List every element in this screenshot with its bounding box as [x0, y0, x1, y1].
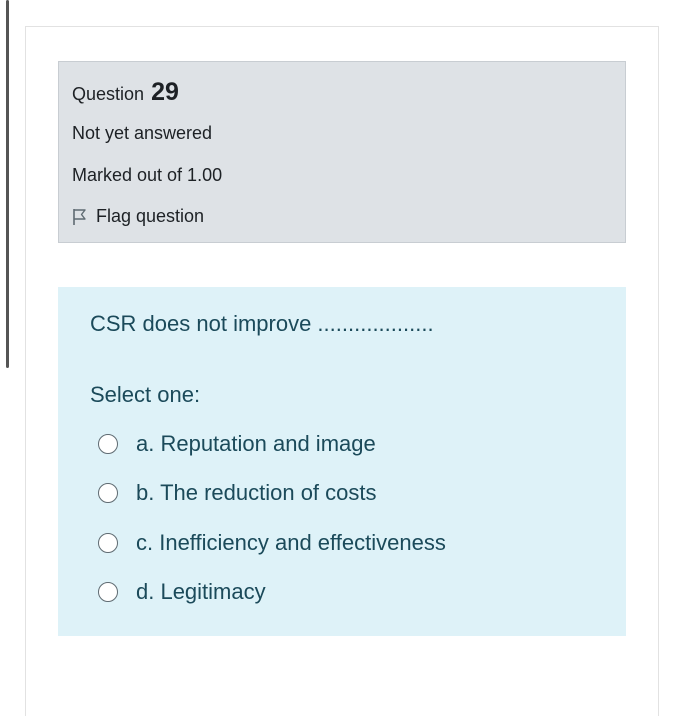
radio-button[interactable] — [98, 582, 118, 603]
question-state: Not yet answered — [72, 123, 213, 143]
question-text: CSR does not improve ................... — [90, 311, 434, 336]
radio-button[interactable] — [98, 532, 118, 553]
answer-option-c[interactable]: c. Inefficiency and effectiveness — [98, 518, 446, 568]
flag-question-link[interactable]: Flag question — [72, 206, 204, 227]
radio-button[interactable] — [98, 483, 118, 504]
answer-option-a[interactable]: a. Reputation and image — [98, 419, 446, 469]
question-content: CSR does not improve ...................… — [58, 287, 626, 636]
scrollbar[interactable] — [6, 0, 9, 368]
question-title-prefix: Question — [72, 84, 145, 104]
flag-question-label: Flag question — [96, 206, 205, 226]
question-grade: Marked out of 1.00 — [72, 165, 223, 185]
answer-list: a. Reputation and image b. The reduction… — [98, 419, 446, 617]
answer-label[interactable]: a. Reputation and image — [136, 431, 376, 457]
question-number: 29 — [151, 78, 179, 106]
flag-icon — [73, 208, 86, 225]
answer-option-d[interactable]: d. Legitimacy — [98, 568, 446, 618]
question-info: Question 29 Not yet answered Marked out … — [58, 61, 626, 243]
answer-option-b[interactable]: b. The reduction of costs — [98, 469, 446, 519]
radio-button[interactable] — [98, 433, 118, 454]
answer-label[interactable]: d. Legitimacy — [136, 579, 266, 605]
answer-label[interactable]: b. The reduction of costs — [136, 480, 377, 506]
question-title: Question 29 — [72, 78, 179, 107]
select-prompt: Select one: — [90, 382, 201, 407]
answer-label[interactable]: c. Inefficiency and effectiveness — [136, 530, 446, 556]
